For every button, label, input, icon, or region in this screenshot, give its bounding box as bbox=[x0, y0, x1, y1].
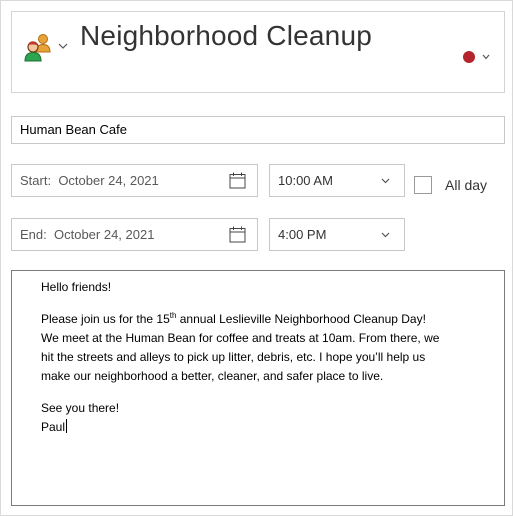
body-paragraph-line: make our neighborhood a better, cleaner,… bbox=[41, 369, 384, 383]
text-cursor bbox=[66, 419, 68, 433]
body-signature-line: Paul bbox=[41, 419, 68, 434]
start-time-value: 10:00 AM bbox=[278, 173, 333, 188]
start-date-text: Start: October 24, 2021 bbox=[20, 173, 159, 188]
start-time-select[interactable]: 10:00 AM bbox=[269, 164, 405, 197]
people-icon[interactable] bbox=[24, 32, 54, 62]
body-greeting: Hello friends! bbox=[41, 280, 112, 294]
all-day-checkbox[interactable] bbox=[414, 176, 432, 194]
body-closing: See you there! bbox=[41, 401, 120, 415]
event-body-editor[interactable]: Hello friends! Please join us for the 15… bbox=[11, 270, 505, 506]
end-time-value: 4:00 PM bbox=[278, 227, 327, 242]
all-day-label[interactable]: All day bbox=[445, 177, 487, 193]
calendar-icon[interactable] bbox=[229, 226, 246, 243]
body-paragraph-line: hit the streets and alleys to pick up li… bbox=[41, 350, 426, 364]
event-editor: Neighborhood Cleanup Human Bean Cafe Sta… bbox=[0, 0, 513, 516]
category-color-dot[interactable] bbox=[463, 51, 475, 63]
people-chevron-down-icon[interactable] bbox=[58, 42, 68, 50]
body-paragraph-line: Please join us for the 15th annual Lesli… bbox=[41, 311, 426, 327]
location-field[interactable]: Human Bean Cafe bbox=[11, 116, 505, 144]
body-paragraph-line: We meet at the Human Bean for coffee and… bbox=[41, 331, 440, 345]
chevron-down-icon[interactable] bbox=[381, 232, 390, 238]
calendar-icon[interactable] bbox=[229, 172, 246, 189]
end-time-select[interactable]: 4:00 PM bbox=[269, 218, 405, 251]
color-chevron-down-icon[interactable] bbox=[482, 54, 490, 60]
event-header: Neighborhood Cleanup bbox=[11, 11, 505, 93]
end-date-text: End: October 24, 2021 bbox=[20, 227, 155, 242]
end-date-field[interactable]: End: October 24, 2021 bbox=[11, 218, 258, 251]
start-date-field[interactable]: Start: October 24, 2021 bbox=[11, 164, 258, 197]
event-title[interactable]: Neighborhood Cleanup bbox=[80, 20, 372, 52]
chevron-down-icon[interactable] bbox=[381, 178, 390, 184]
